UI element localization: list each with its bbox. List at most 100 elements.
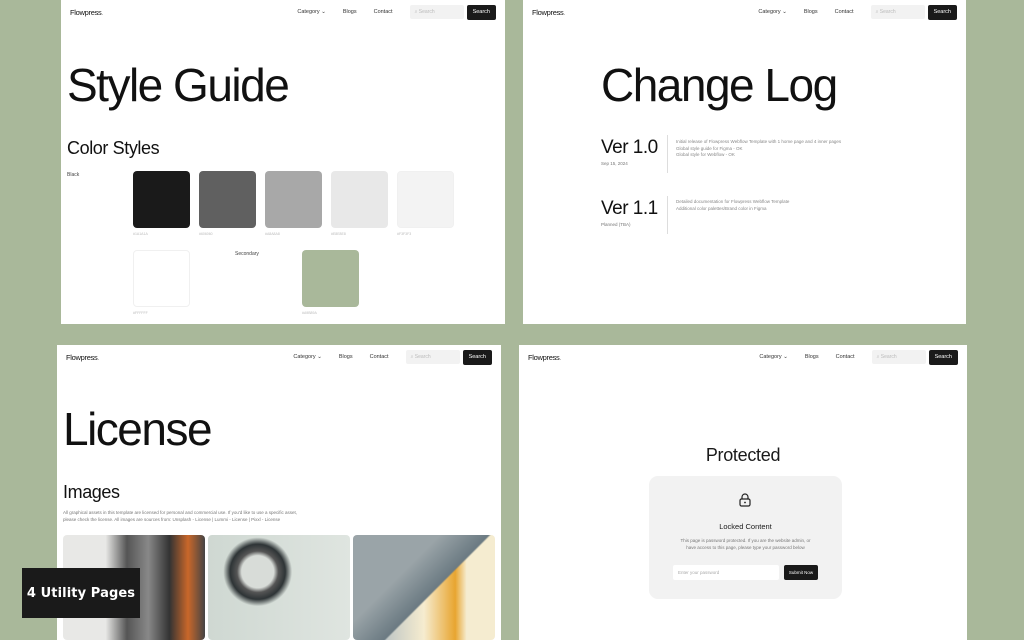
search-input[interactable]: ⌕ Search xyxy=(871,350,926,364)
section-title: Images xyxy=(63,482,120,502)
page-title: Change Log xyxy=(601,59,838,111)
search-input[interactable]: ⌕ Search xyxy=(409,5,464,19)
logo[interactable]: Flowpress. xyxy=(66,352,100,362)
version-title: Ver 1.0 xyxy=(601,137,658,158)
protected-panel: Flowpress. Category ⌄ Blogs Contact ⌕ Se… xyxy=(519,345,967,640)
chevron-down-icon: ⌄ xyxy=(782,9,787,15)
version-title: Ver 1.1 xyxy=(601,198,658,219)
swatch-hex: #FFFFFF xyxy=(133,311,148,315)
color-swatch xyxy=(397,171,454,228)
swatch-hex: #A8A8A8 xyxy=(265,232,280,236)
nav-category[interactable]: Category ⌄ xyxy=(759,354,787,360)
submit-button[interactable]: Submit Now xyxy=(784,565,818,580)
nav-blogs[interactable]: Blogs xyxy=(805,354,819,360)
nav-contact[interactable]: Contact xyxy=(370,354,389,360)
search-icon: ⌕ xyxy=(876,354,880,360)
version-date: Planned (TBA) xyxy=(601,222,631,227)
nav-category[interactable]: Category ⌄ xyxy=(297,9,325,15)
page-title: License xyxy=(63,403,213,455)
note: Detailed documentation for Flowpress Web… xyxy=(676,199,790,204)
license-text-line: All graphical assets in this template ar… xyxy=(63,510,297,515)
style-guide-panel: Flowpress. Category ⌄ Blogs Contact ⌕ Se… xyxy=(61,0,505,324)
swatch-hex: #606060 xyxy=(199,232,213,236)
chevron-down-icon: ⌄ xyxy=(783,354,788,360)
nav-category-label: Category xyxy=(758,9,781,15)
page-title: Style Guide xyxy=(67,59,290,111)
search-icon: ⌕ xyxy=(414,9,418,15)
search-button[interactable]: Search xyxy=(927,4,957,20)
color-swatch xyxy=(331,171,388,228)
search-placeholder: Search xyxy=(414,354,431,360)
navbar: Flowpress. Category ⌄ Blogs Contact ⌕ Se… xyxy=(523,0,966,24)
locked-content-card: Locked Content This page is password pro… xyxy=(649,476,842,599)
secondary-label: Secondary xyxy=(235,251,259,257)
abstract-building-image xyxy=(353,535,495,640)
note: Global style for Webflow - OK xyxy=(676,152,735,157)
search-placeholder: Search xyxy=(880,354,897,360)
black-label: Black xyxy=(67,172,80,178)
logo[interactable]: Flowpress. xyxy=(70,7,104,17)
logo-text: Flowpress xyxy=(66,352,98,362)
color-swatch xyxy=(199,171,256,228)
logo-text: Flowpress xyxy=(532,7,564,17)
search-placeholder: Search xyxy=(879,9,896,15)
divider xyxy=(667,196,668,234)
logo[interactable]: Flowpress. xyxy=(532,7,566,17)
nav-category-label: Category xyxy=(293,354,316,360)
search-input[interactable]: ⌕ Search xyxy=(870,5,925,19)
nav-category[interactable]: Category ⌄ xyxy=(293,354,321,360)
logo-dot: . xyxy=(563,7,566,17)
search-button[interactable]: Search xyxy=(466,4,496,20)
robot-image xyxy=(208,535,350,640)
nav-contact[interactable]: Contact xyxy=(374,9,393,15)
version-notes: Initial release of Flowpress Webflow Tem… xyxy=(676,139,841,159)
logo-dot: . xyxy=(97,352,100,362)
color-swatch xyxy=(265,171,322,228)
nav-category-label: Category xyxy=(297,9,320,15)
chevron-down-icon: ⌄ xyxy=(317,354,322,360)
nav-category-label: Category xyxy=(759,354,782,360)
nav-blogs[interactable]: Blogs xyxy=(339,354,353,360)
swatch-hex-secondary: #A9B89A xyxy=(302,311,317,315)
search-placeholder: Search xyxy=(418,9,435,15)
search-button[interactable]: Search xyxy=(462,349,492,365)
logo-dot: . xyxy=(559,352,562,362)
logo[interactable]: Flowpress. xyxy=(528,352,562,362)
chevron-down-icon: ⌄ xyxy=(321,9,326,15)
change-log-panel: Flowpress. Category ⌄ Blogs Contact ⌕ Se… xyxy=(523,0,966,324)
license-text: All graphical assets in this template ar… xyxy=(63,510,297,523)
logo-dot: . xyxy=(101,7,104,17)
card-title: Locked Content xyxy=(719,522,772,531)
navbar: Flowpress. Category ⌄ Blogs Contact ⌕ Se… xyxy=(61,0,505,24)
nav-category[interactable]: Category ⌄ xyxy=(758,9,786,15)
search-button[interactable]: Search xyxy=(928,349,958,365)
version-date: Sep 15, 2024 xyxy=(601,161,628,166)
note: Additional color palettes/Brand color in… xyxy=(676,205,767,211)
password-placeholder: Enter your password xyxy=(678,570,720,575)
card-description: This page is password protected. If you … xyxy=(649,538,842,551)
password-input[interactable]: Enter your password xyxy=(673,565,779,580)
swatch-hex: #F3F3F3 xyxy=(397,232,412,236)
version-notes: Detailed documentation for Flowpress Web… xyxy=(676,199,789,212)
swatch-hex: #E8E8E8 xyxy=(331,232,346,236)
logo-text: Flowpress xyxy=(70,7,102,17)
navbar: Flowpress. Category ⌄ Blogs Contact ⌕ Se… xyxy=(519,345,967,369)
nav-blogs[interactable]: Blogs xyxy=(804,9,818,15)
utility-pages-badge: 4 Utility Pages xyxy=(22,568,140,618)
nav-contact[interactable]: Contact xyxy=(836,354,855,360)
color-swatch xyxy=(133,171,190,228)
section-title: Color Styles xyxy=(67,138,160,158)
desc-line: have access to this page, please type yo… xyxy=(686,544,805,550)
search-icon: ⌕ xyxy=(875,9,879,15)
navbar: Flowpress. Category ⌄ Blogs Contact ⌕ Se… xyxy=(57,345,501,369)
search-icon: ⌕ xyxy=(410,354,414,360)
lock-icon xyxy=(739,493,751,512)
page-title: Protected xyxy=(705,445,781,465)
search-input[interactable]: ⌕ Search xyxy=(405,350,460,364)
license-text-line: please check the license. All images are… xyxy=(63,516,281,522)
color-swatch xyxy=(133,250,190,307)
logo-text: Flowpress xyxy=(528,352,560,362)
nav-blogs[interactable]: Blogs xyxy=(343,9,357,15)
divider xyxy=(667,135,668,173)
nav-contact[interactable]: Contact xyxy=(835,9,854,15)
